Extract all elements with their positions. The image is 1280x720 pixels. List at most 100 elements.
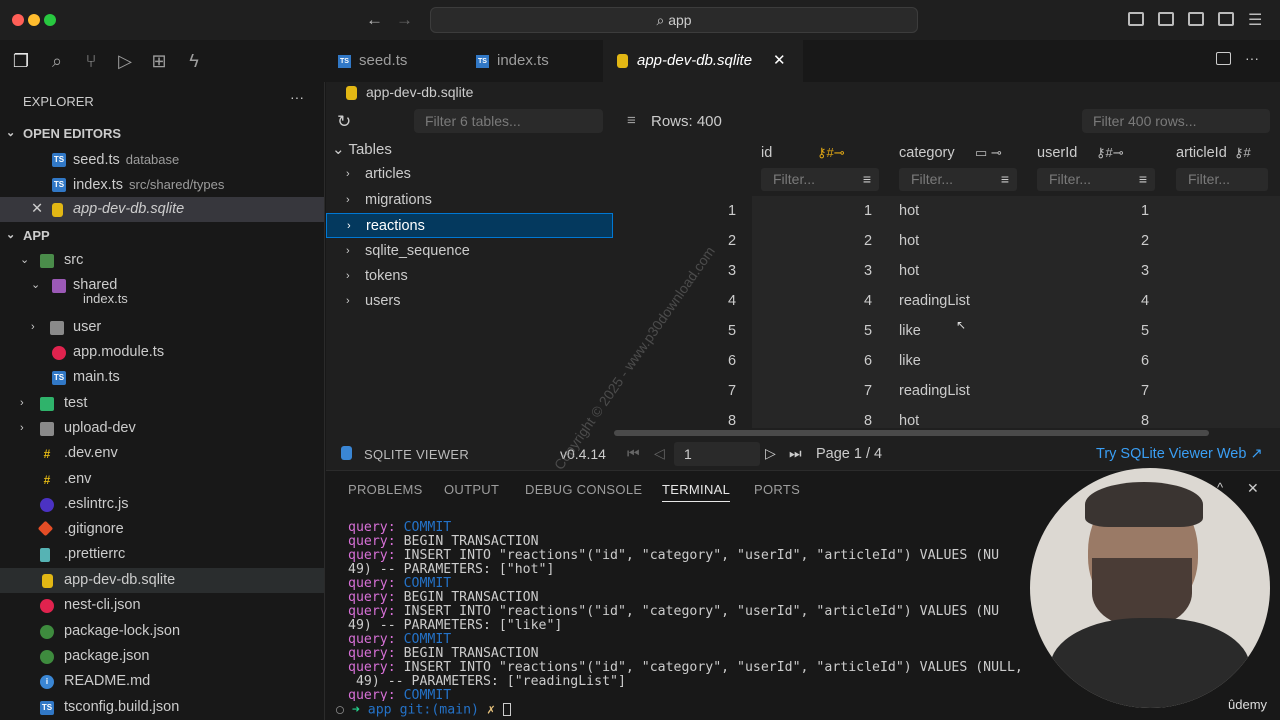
try-sqlite-viewer-link[interactable]: Try SQLite Viewer Web ↗ (1096, 446, 1263, 462)
next-page-icon[interactable]: ▷ (765, 445, 776, 462)
toggle-panel-icon[interactable] (1158, 12, 1174, 26)
table-row[interactable]: 7 7 readingList 7 (614, 376, 1280, 406)
table-item[interactable]: › tokens (326, 264, 613, 289)
close-icon[interactable]: ✕ (31, 197, 43, 222)
tree-item-env[interactable]: # .env (0, 467, 324, 492)
tree-item-app-module[interactable]: app.module.ts (0, 340, 324, 365)
lightning-icon[interactable]: ϟ (183, 50, 205, 72)
tree-item-test[interactable]: › test (0, 391, 324, 416)
more-actions-icon[interactable]: ··· (290, 89, 304, 105)
open-editor-item-active[interactable]: ✕ app-dev-db.sqlite (0, 197, 324, 222)
tree-item-main[interactable]: TS main.ts (0, 365, 324, 390)
run-debug-icon[interactable]: ▷ (114, 50, 136, 72)
column-filter-input[interactable]: Filter... ≡ (761, 168, 879, 191)
source-control-icon[interactable]: ⑂ (80, 50, 102, 72)
table-item[interactable]: › users (326, 289, 613, 314)
last-page-icon[interactable]: ⏭ (789, 445, 802, 462)
explorer-icon[interactable]: ❐ (10, 50, 32, 72)
horizontal-scrollbar[interactable] (614, 430, 1209, 436)
foreign-key-icon: ⚷# (1234, 145, 1251, 160)
forward-arrow-icon[interactable]: → (396, 10, 413, 30)
menu-icon[interactable]: ☰ (1248, 10, 1262, 30)
viewer-label: SQLITE VIEWER (364, 447, 470, 462)
back-arrow-icon[interactable]: ← (366, 10, 383, 30)
breadcrumb[interactable]: app-dev-db.sqlite (346, 84, 473, 101)
tree-item-tsconfig-build[interactable]: TS tsconfig.build.json (0, 695, 324, 720)
terminal-line: query: COMMIT (348, 576, 452, 591)
tree-item-package[interactable]: package.json (0, 644, 324, 669)
toggle-sidebar-icon[interactable] (1128, 12, 1144, 26)
node-icon (40, 625, 54, 639)
refresh-icon[interactable]: ↻ (337, 112, 351, 132)
tab-debug-console[interactable]: DEBUG CONSOLE (525, 482, 642, 497)
filter-rows-input[interactable]: Filter 400 rows... (1082, 109, 1270, 133)
open-editor-item[interactable]: TS index.ts src/shared/types (0, 172, 324, 197)
column-filter-input[interactable]: Filter... (1176, 168, 1268, 191)
filter-options-icon[interactable]: ≡ (863, 168, 871, 191)
customize-layout-icon[interactable] (1218, 12, 1234, 26)
page-input[interactable]: 1 (674, 442, 760, 466)
toggle-secondary-sidebar-icon[interactable] (1188, 12, 1204, 26)
filter-options-icon[interactable]: ≡ (1001, 168, 1009, 191)
minimize-window-icon[interactable] (28, 14, 40, 26)
filter-tables-input[interactable]: Filter 6 tables... (414, 109, 603, 133)
table-row[interactable]: 3 3 hot 3 (614, 256, 1280, 286)
search-icon[interactable]: ⌕ (46, 50, 68, 72)
tree-item-gitignore[interactable]: .gitignore (0, 517, 324, 542)
tab-sqlite[interactable]: app-dev-db.sqlite ✕ (603, 40, 803, 82)
tab-ports[interactable]: PORTS (754, 482, 800, 497)
extensions-icon[interactable]: ⊞ (148, 50, 170, 72)
table-row[interactable]: 6 6 like 6 (614, 346, 1280, 376)
tab-terminal[interactable]: TERMINAL (662, 482, 731, 502)
tree-item-sqlite[interactable]: app-dev-db.sqlite (0, 568, 324, 593)
tree-item-upload-dev[interactable]: › upload-dev (0, 416, 324, 441)
tab-output[interactable]: OUTPUT (444, 482, 499, 497)
close-panel-icon[interactable]: ✕ (1247, 480, 1259, 497)
table-item[interactable]: › sqlite_sequence (326, 239, 613, 264)
database-icon (617, 54, 628, 69)
tree-item-nest-cli[interactable]: nest-cli.json (0, 593, 324, 618)
table-row[interactable]: 4 4 readingList 4 (614, 286, 1280, 316)
column-header-userid[interactable]: userId (1037, 145, 1077, 161)
more-actions-icon[interactable]: ··· (1245, 50, 1259, 66)
tab-seed[interactable]: TS seed.ts (326, 40, 461, 82)
folder-icon (50, 321, 64, 335)
filter-options-icon[interactable]: ≡ (1139, 168, 1147, 191)
tree-item-user[interactable]: › user (0, 315, 324, 340)
tab-index[interactable]: TS index.ts (462, 40, 602, 82)
chevron-right-icon: › (346, 168, 350, 180)
table-row[interactable]: 5 5 like 5 (614, 316, 1280, 346)
tables-header[interactable]: ⌄ Tables (332, 140, 392, 158)
column-header-articleid[interactable]: articleId (1176, 145, 1227, 161)
tree-item-package-lock[interactable]: package-lock.json (0, 619, 324, 644)
typescript-config-icon: TS (40, 701, 54, 715)
split-editor-icon[interactable] (1216, 52, 1231, 65)
open-editors-header[interactable]: ⌄ OPEN EDITORS (0, 121, 324, 146)
tree-item-eslintrc[interactable]: .eslintrc.js (0, 492, 324, 517)
column-filter-input[interactable]: Filter... ≡ (899, 168, 1017, 191)
command-center-search[interactable]: ⌕ app (430, 7, 918, 33)
column-filter-input[interactable]: Filter... ≡ (1037, 168, 1155, 191)
table-item[interactable]: › migrations (326, 188, 613, 213)
prev-page-icon[interactable]: ◁ (654, 445, 665, 462)
column-header-category[interactable]: category (899, 145, 955, 161)
terminal-prompt[interactable]: ○ ➜ app git:(main) ✗ (336, 703, 511, 718)
tree-item-index[interactable]: index.ts (0, 291, 324, 307)
terminal-line: query: COMMIT (348, 520, 452, 535)
table-row[interactable]: 8 8 hot 8 (614, 406, 1280, 428)
tree-item-readme[interactable]: i README.md (0, 669, 324, 694)
column-header-id[interactable]: id (761, 145, 772, 161)
open-editor-item[interactable]: TS seed.ts database (0, 147, 324, 172)
maximize-window-icon[interactable] (44, 14, 56, 26)
tab-problems[interactable]: PROBLEMS (348, 482, 423, 497)
table-item-selected[interactable]: › reactions (326, 213, 613, 238)
tree-item-prettierrc[interactable]: .prettierrc (0, 542, 324, 567)
close-tab-icon[interactable]: ✕ (773, 40, 786, 82)
close-window-icon[interactable] (12, 14, 24, 26)
tree-item-dev-env[interactable]: # .dev.env (0, 441, 324, 466)
first-page-icon[interactable]: ⏮ (627, 445, 640, 462)
app-folder-header[interactable]: ⌄ APP (0, 223, 324, 248)
table-row[interactable]: 1 1 hot 1 (614, 196, 1280, 226)
table-item[interactable]: › articles (326, 162, 613, 187)
tree-item-src[interactable]: ⌄ src (0, 248, 324, 273)
